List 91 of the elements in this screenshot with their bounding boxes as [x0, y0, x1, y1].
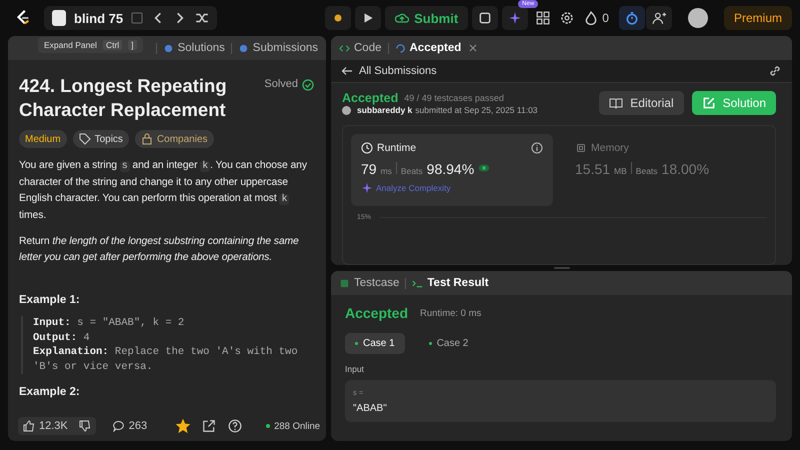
stopwatch-icon — [624, 11, 639, 25]
result-runtime: Runtime: 0 ms — [420, 308, 482, 318]
checkbox-icon — [339, 278, 350, 288]
example-line: Output: 4 — [33, 330, 91, 345]
panel-tab[interactable]: Code — [339, 42, 382, 54]
thumbs-up-icon — [23, 420, 35, 432]
expand-icon[interactable] — [131, 12, 144, 24]
submitted-time: submitted at Sep 25, 2025 11:03 — [415, 105, 538, 115]
layout-icon[interactable] — [536, 11, 550, 25]
beats-label: Beats — [636, 166, 658, 176]
chip-icon — [575, 142, 587, 154]
check-circle-icon — [302, 79, 314, 91]
resize-handle[interactable] — [554, 267, 570, 269]
problem-title: 424. Longest Repeating Character Replacement — [19, 74, 228, 122]
tooltip-text: Expand Panel — [44, 40, 97, 50]
case-tab[interactable]: Case 2 — [418, 333, 478, 354]
shortcut-key: ] — [128, 40, 137, 50]
metric-unit: MB — [614, 166, 627, 176]
example-line: Explanation: Replace the two 'A's with two 'B's or vice versa. — [33, 345, 299, 374]
shortcut-key: Ctrl — [102, 40, 122, 50]
description-paragraph: You are given a string s and an integer k . You can choose any character of the string and change it to any other uppercase English character. You can perform this operation at most k times. — [19, 159, 308, 223]
example-heading: Example 1: — [19, 294, 81, 306]
add-friend-button[interactable] — [646, 6, 672, 30]
cloud-upload-icon — [395, 11, 410, 25]
solved-status: Solved — [264, 78, 298, 90]
beats-percent: 98.94% — [426, 161, 474, 177]
metric-label: Memory — [591, 142, 629, 154]
list-icon[interactable] — [52, 10, 66, 26]
lock-icon — [140, 133, 153, 145]
settings-icon[interactable] — [560, 11, 574, 25]
submission-status: Accepted — [342, 91, 398, 105]
result-status: Accepted — [345, 305, 408, 321]
username[interactable]: subbareddy k — [357, 105, 412, 115]
example-line: Input: s = "ABAB", k = 2 — [33, 316, 186, 330]
thumbs-down-icon — [78, 420, 91, 432]
ai-button[interactable] — [502, 6, 528, 30]
comments-button[interactable]: 263 — [108, 417, 152, 435]
add-user-icon — [652, 11, 666, 25]
testcases-passed: 49 / 49 testcases passed — [404, 93, 504, 103]
panel-tab[interactable]: Solutions — [162, 42, 225, 54]
metric-card[interactable]: Runtime 79 ms Beats 98.94% Analyze Complexity — [351, 134, 553, 206]
logo-icon[interactable] — [14, 9, 32, 27]
panel-tab[interactable]: Accepted — [394, 42, 462, 54]
edit-icon — [702, 96, 716, 110]
problem-list-title[interactable]: blind 75 — [74, 10, 124, 26]
star-icon[interactable] — [176, 419, 190, 433]
all-submissions-link[interactable]: All Submissions — [359, 65, 437, 77]
share-icon[interactable] — [202, 419, 216, 433]
metric-card[interactable]: Memory 15.51 MB Beats 18.00% — [565, 134, 767, 206]
run-button[interactable] — [355, 6, 382, 30]
difficulty-tag[interactable]: Medium — [19, 130, 67, 148]
online-count: 288 Online — [266, 420, 320, 432]
streak-count: 0 — [602, 11, 609, 25]
tag-icon — [78, 133, 91, 145]
input-label: Input — [345, 364, 365, 374]
avatar[interactable] — [688, 8, 708, 28]
book-icon — [609, 96, 624, 110]
metric-unit: ms — [380, 166, 392, 176]
tag-chip[interactable]: Companies — [134, 130, 214, 148]
sparkle-icon — [508, 11, 522, 25]
help-icon[interactable] — [228, 419, 242, 433]
code-icon — [339, 42, 350, 54]
example-heading: Example 2: — [19, 386, 81, 398]
link-icon[interactable] — [768, 64, 782, 78]
panel-tab[interactable]: Test Result — [412, 277, 489, 289]
badge-icon — [478, 162, 490, 174]
metric-value: 79 — [361, 161, 377, 177]
clock-icon — [361, 142, 373, 154]
beats-percent: 18.00% — [662, 161, 710, 177]
beats-label: Beats — [400, 166, 423, 176]
sparkle-icon — [361, 182, 373, 194]
metric-label: Runtime — [377, 142, 416, 154]
user-avatar — [342, 106, 351, 114]
case-tab[interactable]: Case 1 — [345, 333, 405, 354]
note-button[interactable] — [472, 6, 498, 30]
editorial-button[interactable]: Editorial — [599, 91, 684, 115]
back-arrow-icon[interactable] — [341, 65, 353, 77]
variable-value: "ABAB" — [353, 403, 388, 414]
debug-button[interactable] — [325, 6, 352, 30]
info-icon[interactable] — [531, 142, 543, 154]
panel-tab[interactable]: Submissions — [238, 42, 318, 54]
timer-button[interactable] — [618, 6, 645, 30]
submit-button[interactable]: Submit — [385, 6, 468, 30]
panel-tab[interactable]: Testcase — [339, 277, 400, 289]
close-icon[interactable] — [467, 42, 480, 54]
premium-button[interactable]: Premium — [724, 6, 792, 30]
shuffle-icon[interactable] — [195, 11, 210, 25]
comment-icon — [112, 420, 125, 432]
description-paragraph: Return the length of the longest substring containing the same letter you can get after performing the above operations. — [19, 235, 300, 265]
tag-chip[interactable]: Topics — [72, 130, 129, 148]
metric-value: 15.51 — [575, 161, 610, 177]
